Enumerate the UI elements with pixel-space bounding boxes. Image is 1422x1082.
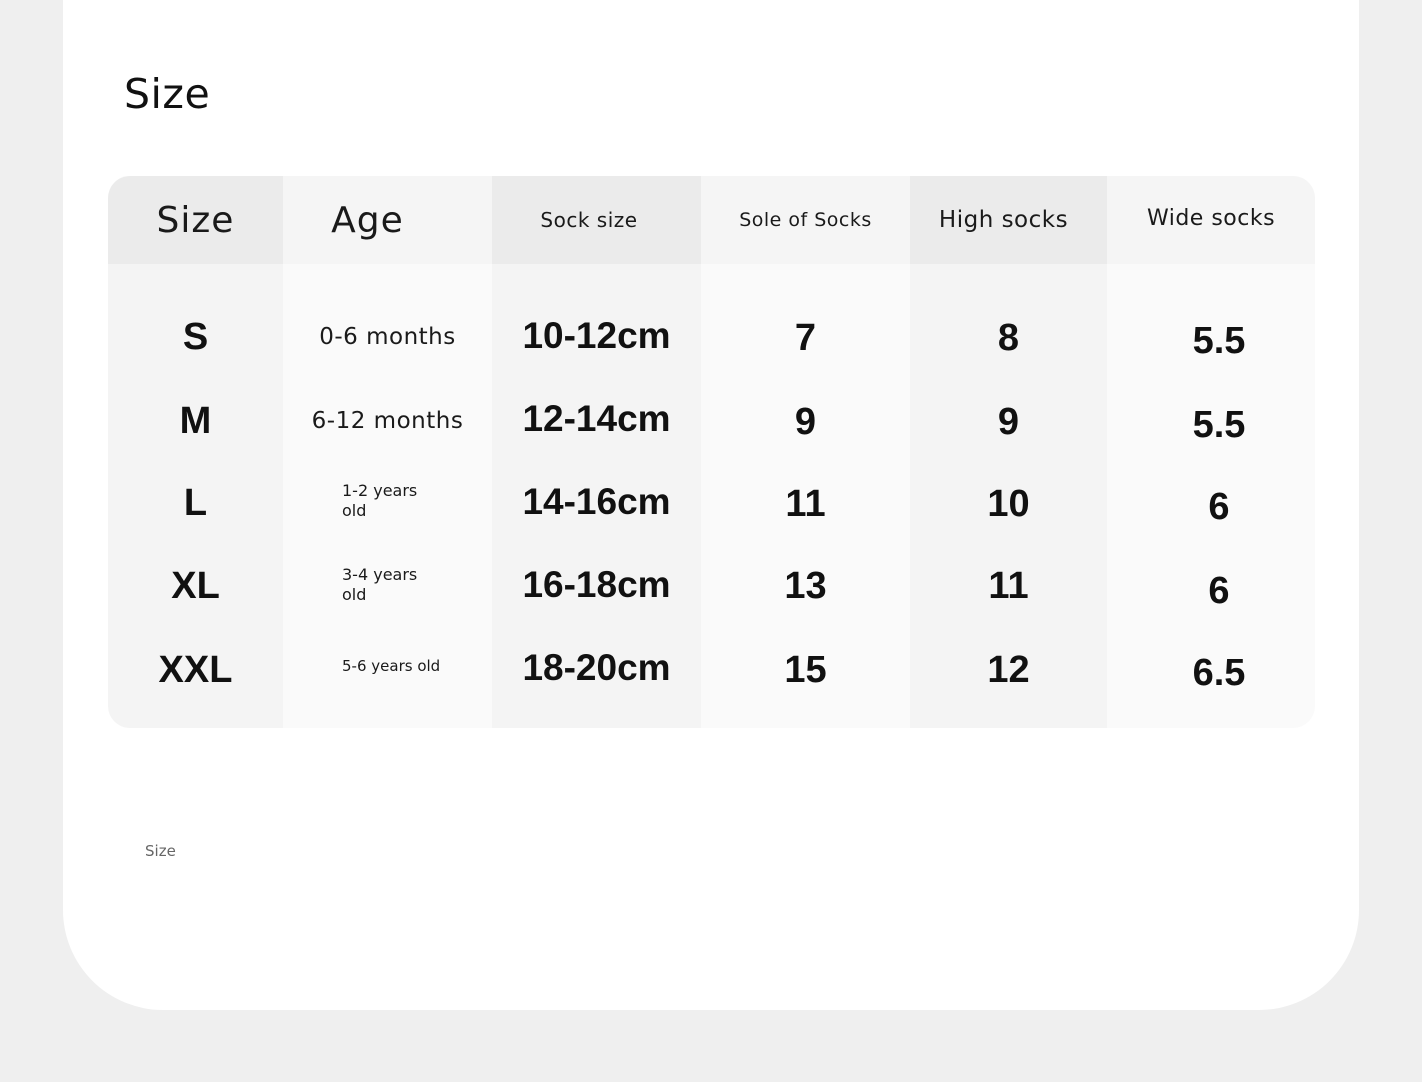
wide-socks-cell: 6.5 bbox=[1192, 651, 1246, 694]
footer-caption: Size bbox=[145, 842, 176, 860]
sole-cell: 13 bbox=[784, 564, 827, 607]
high-socks-cell: 10 bbox=[987, 482, 1030, 525]
column-sock-size: Sock size 10-12cm 12-14cm 14-16cm 16-18c… bbox=[492, 176, 701, 728]
column-high-socks-body: 8 9 10 11 12 bbox=[910, 264, 1107, 728]
column-size: Size S M L XL XXL bbox=[108, 176, 283, 728]
sock-size-cell: 14-16cm bbox=[522, 481, 671, 522]
wide-socks-cell: 5.5 bbox=[1192, 403, 1246, 446]
column-sole: Sole of Socks 7 9 11 13 15 bbox=[701, 176, 910, 728]
column-high-socks: High socks 8 9 10 11 12 bbox=[910, 176, 1107, 728]
column-sock-size-body: 10-12cm 12-14cm 14-16cm 16-18cm 18-20cm bbox=[492, 264, 701, 728]
high-socks-cell: 11 bbox=[988, 564, 1029, 607]
size-cell: XL bbox=[171, 564, 220, 607]
wide-socks-cell: 6 bbox=[1208, 569, 1230, 612]
size-cell: M bbox=[179, 399, 212, 442]
age-cell: 1-2 years old bbox=[342, 481, 418, 520]
size-cell: L bbox=[183, 481, 208, 524]
sock-size-cell: 10-12cm bbox=[522, 315, 671, 356]
sock-size-cell: 18-20cm bbox=[522, 647, 671, 688]
sole-cell: 9 bbox=[794, 400, 817, 443]
sock-size-cell: 16-18cm bbox=[522, 564, 671, 605]
sole-cell: 15 bbox=[784, 648, 827, 691]
column-wide-socks: Wide socks 5.5 5.5 6 6 6.5 bbox=[1107, 176, 1315, 728]
sole-cell: 7 bbox=[794, 316, 817, 359]
age-cell: 3-4 years old bbox=[342, 565, 418, 604]
header-wide-socks: Wide socks bbox=[1107, 176, 1315, 264]
column-wide-socks-body: 5.5 5.5 6 6 6.5 bbox=[1107, 264, 1315, 728]
column-age-body: 0-6 months 6-12 months 1-2 years old 3-4… bbox=[283, 264, 492, 728]
header-high-socks: High socks bbox=[910, 176, 1107, 264]
high-socks-cell: 12 bbox=[987, 648, 1030, 691]
column-age: Age 0-6 months 6-12 months 1-2 years old… bbox=[283, 176, 492, 728]
sock-size-cell: 12-14cm bbox=[522, 398, 671, 439]
column-sole-body: 7 9 11 13 15 bbox=[701, 264, 910, 728]
size-chart-card: Size Size S M L XL XXL Age 0-6 months 6-… bbox=[63, 0, 1359, 1010]
header-sole: Sole of Socks bbox=[701, 176, 910, 264]
page-title: Size bbox=[124, 70, 211, 118]
header-age: Age bbox=[283, 176, 492, 264]
size-table: Size S M L XL XXL Age 0-6 months 6-12 mo… bbox=[108, 176, 1315, 728]
age-cell: 6-12 months bbox=[311, 408, 464, 434]
age-cell: 0-6 months bbox=[319, 324, 456, 350]
wide-socks-cell: 6 bbox=[1208, 485, 1230, 528]
wide-socks-cell: 5.5 bbox=[1192, 319, 1246, 362]
high-socks-cell: 9 bbox=[997, 400, 1020, 443]
header-size: Size bbox=[108, 176, 283, 264]
column-size-body: S M L XL XXL bbox=[108, 264, 283, 728]
age-cell: 5-6 years old bbox=[342, 657, 441, 675]
size-cell: XXL bbox=[158, 648, 233, 691]
header-sock-size: Sock size bbox=[492, 176, 701, 264]
sole-cell: 11 bbox=[785, 482, 826, 525]
high-socks-cell: 8 bbox=[997, 316, 1020, 359]
size-cell: S bbox=[182, 315, 209, 358]
